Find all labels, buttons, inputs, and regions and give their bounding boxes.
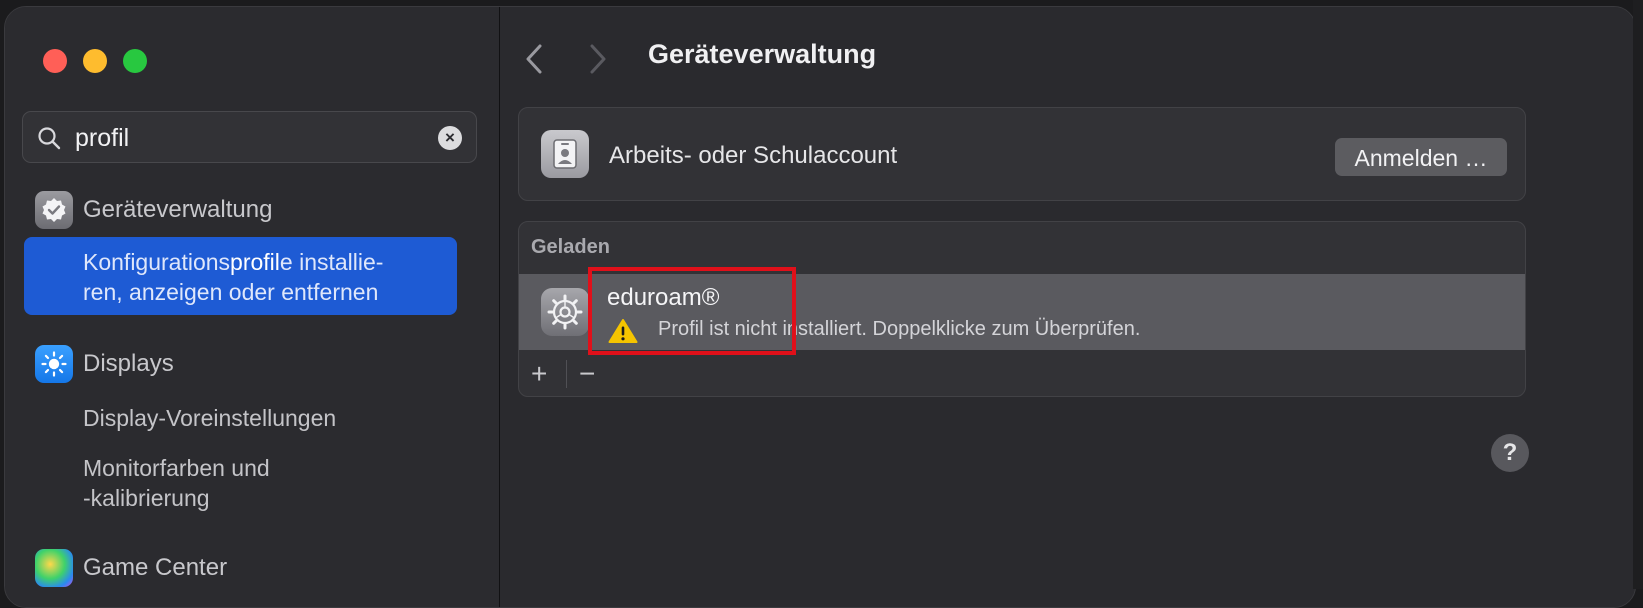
search-match-highlight: profil <box>230 249 280 275</box>
sidebar-item-text: -kalibrierung <box>83 485 210 511</box>
sidebar-item-konfigurationsprofile[interactable]: Konfigurationsprofile installie- ren, an… <box>24 237 457 315</box>
highlight-box <box>588 267 796 355</box>
sidebar-category-label: Displays <box>83 350 174 377</box>
sidebar-item-text: ren, anzeigen oder entfernen <box>83 279 379 305</box>
checkmark-seal-icon <box>35 191 73 229</box>
section-header: Geladen <box>531 236 610 258</box>
minimize-window-button[interactable] <box>83 49 107 73</box>
sidebar-item-display-voreinstellungen[interactable]: Display-Voreinstellungen <box>83 403 336 433</box>
account-label: Arbeits- oder Schulaccount <box>609 142 898 169</box>
sun-icon <box>35 345 73 383</box>
id-badge-icon <box>541 130 589 178</box>
forward-button[interactable] <box>588 43 608 80</box>
search-input[interactable] <box>73 120 417 156</box>
search-field[interactable]: × <box>22 111 477 163</box>
help-button[interactable]: ? <box>1491 434 1529 472</box>
account-card: Arbeits- oder Schulaccount Anmelden … <box>518 107 1526 201</box>
sidebar: × Geräteverwaltung Konfigurationsprofile… <box>5 7 500 607</box>
sidebar-category-geraeteverwaltung[interactable]: Geräteverwaltung <box>35 191 272 229</box>
close-window-button[interactable] <box>43 49 67 73</box>
gear-icon <box>541 288 589 336</box>
maximize-window-button[interactable] <box>123 49 147 73</box>
chevron-left-icon <box>526 44 542 74</box>
sidebar-item-text: Display-Voreinstellungen <box>83 405 337 431</box>
toolbar-divider <box>566 360 567 388</box>
sidebar-item-monitorfarben[interactable]: Monitorfarben und -kalibrierung <box>83 453 270 513</box>
sidebar-item-text: e installie- <box>279 249 384 275</box>
sidebar-item-text: Monitorfarben und <box>83 455 270 481</box>
main-pane: Geräteverwaltung Arbeits- oder Schulacco… <box>500 7 1635 607</box>
sidebar-category-game-center[interactable]: Game Center <box>35 549 227 587</box>
magnifier-icon <box>37 126 61 155</box>
background-window-edge <box>1633 0 1643 589</box>
sidebar-item-text: Konfigurations <box>83 249 231 275</box>
sidebar-category-label: Game Center <box>83 554 228 581</box>
sidebar-category-label: Geräteverwaltung <box>83 196 273 223</box>
clear-icon[interactable]: × <box>438 126 462 150</box>
page-title: Geräteverwaltung <box>648 39 877 69</box>
remove-profile-button[interactable]: − <box>579 358 595 390</box>
chevron-right-icon <box>590 44 606 74</box>
sign-in-button[interactable]: Anmelden … <box>1335 138 1507 176</box>
sidebar-category-displays[interactable]: Displays <box>35 345 174 383</box>
game-center-icon <box>35 549 73 587</box>
back-button[interactable] <box>524 43 544 80</box>
add-profile-button[interactable]: + <box>531 358 547 390</box>
settings-window: × Geräteverwaltung Konfigurationsprofile… <box>4 6 1636 608</box>
